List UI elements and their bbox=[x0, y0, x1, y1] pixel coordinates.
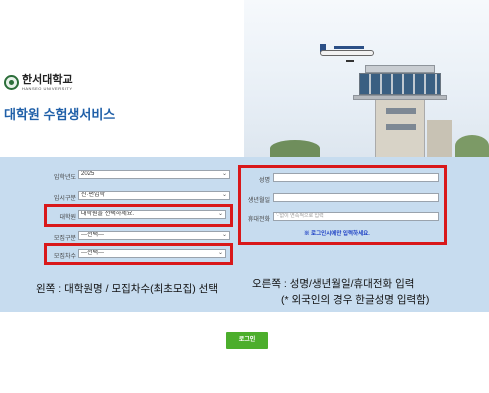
university-name: 한서대학교 bbox=[22, 73, 73, 86]
left-caption: 왼쪽 : 대학원명 / 모집차수(최초모집) 선택 bbox=[36, 283, 218, 295]
login-button[interactable]: 로그인 bbox=[226, 332, 268, 349]
university-eng-name: HANSEO UNIVERSITY bbox=[22, 86, 73, 91]
chevron-down-icon: ⌄ bbox=[221, 192, 227, 198]
personal-info-highlight bbox=[238, 165, 447, 245]
year-label: 입학년도 bbox=[53, 175, 76, 181]
chevron-down-icon: ⌄ bbox=[221, 232, 227, 238]
airplane-icon bbox=[312, 42, 382, 64]
chevron-down-icon: ⌄ bbox=[221, 171, 227, 177]
recruit-type-select[interactable]: ---선택--- ⌄ bbox=[78, 231, 230, 240]
admission-type-select[interactable]: 신·편입학 ⌄ bbox=[78, 191, 230, 200]
tree-decoration bbox=[270, 140, 320, 157]
right-caption-line2: (* 외국인의 경우 한글성명 입력함) bbox=[281, 294, 430, 306]
university-logo[interactable]: 한서대학교 HANSEO UNIVERSITY bbox=[4, 74, 73, 91]
admission-type-label: 입시구분 bbox=[53, 196, 76, 202]
graduate-school-highlight bbox=[44, 204, 233, 227]
service-title: 대학원 수험생서비스 bbox=[4, 107, 116, 122]
page-header: 한서대학교 HANSEO UNIVERSITY 대학원 수험생서비스 bbox=[0, 0, 489, 157]
year-select[interactable]: 2025 ⌄ bbox=[78, 170, 230, 179]
year-select-value: 2025 bbox=[81, 171, 95, 177]
university-emblem-icon bbox=[4, 75, 19, 90]
control-tower-icon bbox=[345, 65, 452, 157]
admission-type-value: 신·편입학 bbox=[81, 192, 106, 198]
recruit-type-label: 모집구분 bbox=[53, 236, 76, 242]
tree-decoration bbox=[455, 135, 489, 157]
recruit-round-highlight bbox=[44, 243, 233, 265]
right-caption-line1: 오른쪽 : 성명/생년월일/휴대전화 입력 bbox=[252, 278, 415, 290]
recruit-type-value: ---선택--- bbox=[81, 232, 105, 238]
